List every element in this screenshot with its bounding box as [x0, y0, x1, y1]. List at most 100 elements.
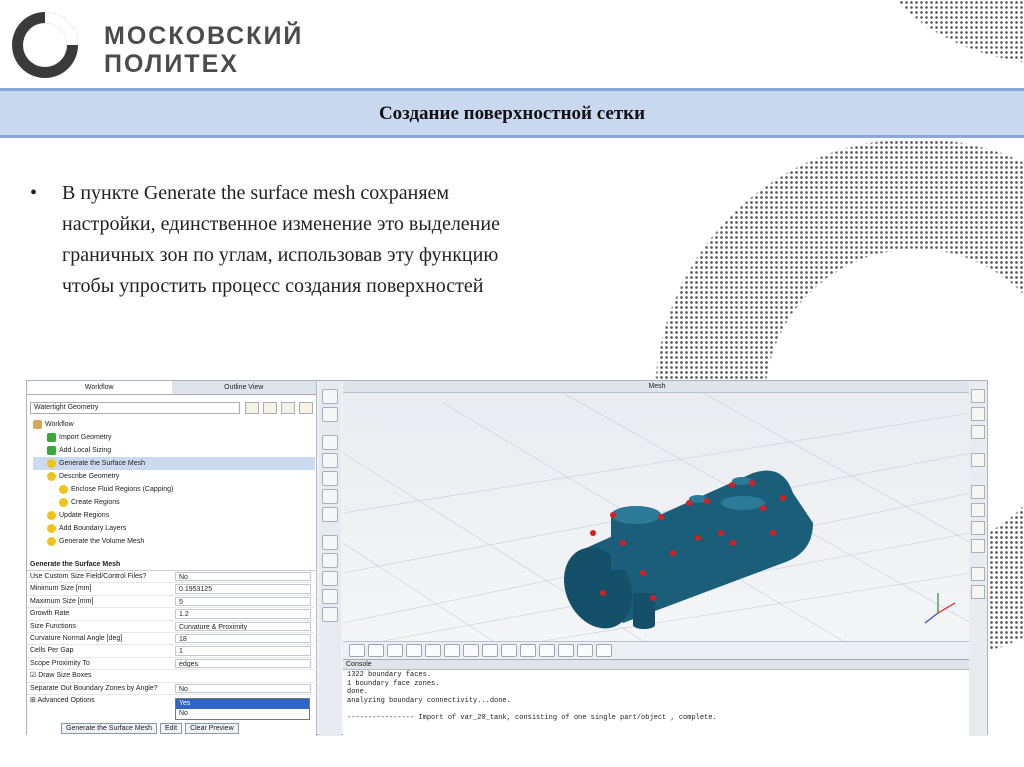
- warning-icon: [47, 458, 56, 468]
- org-line-1: МОСКОВСКИЙ: [104, 22, 304, 50]
- chart-icon[interactable]: [971, 485, 985, 499]
- size-functions-select[interactable]: Curvature & Proximity: [175, 621, 311, 631]
- console-title: Console: [343, 660, 971, 670]
- tree-item-add-local-sizing[interactable]: Add Local Sizing: [33, 444, 315, 457]
- scope-proximity-select[interactable]: edges: [175, 658, 311, 669]
- view-icon[interactable]: [322, 407, 338, 422]
- layout-icon[interactable]: [971, 521, 985, 535]
- warning-icon: [47, 510, 56, 520]
- option-no[interactable]: No: [176, 709, 309, 719]
- max-size-input[interactable]: 5: [175, 596, 311, 607]
- display-icon[interactable]: [558, 644, 574, 657]
- tank-model: [563, 470, 813, 629]
- lighting-icon[interactable]: [971, 425, 985, 439]
- tree-item-import-geometry[interactable]: Import Geometry: [33, 431, 315, 444]
- dropdown-options: Yes No: [175, 698, 310, 720]
- separate-zones-select[interactable]: No: [175, 683, 311, 693]
- tree-item-create-regions[interactable]: Create Regions: [33, 496, 315, 509]
- open-icon[interactable]: [245, 402, 259, 414]
- bullet-item: В пункте Generate the surface mesh сохра…: [30, 178, 510, 302]
- org-name: МОСКОВСКИЙ ПОЛИТЕХ: [104, 22, 303, 78]
- fit-icon[interactable]: [322, 389, 338, 404]
- option-yes[interactable]: Yes: [176, 699, 309, 709]
- left-panel: Workflow Outline View Watertight Geometr…: [27, 381, 317, 736]
- field-label: Curvature Normal Angle [deg]: [30, 634, 123, 642]
- merge-icon[interactable]: [539, 644, 555, 657]
- check-icon: [47, 445, 56, 455]
- axes-icon[interactable]: [322, 607, 338, 622]
- draw-size-boxes-checkbox[interactable]: ☑ Draw Size Boxes: [27, 670, 175, 681]
- pan-icon[interactable]: [322, 471, 338, 486]
- undo-icon[interactable]: [971, 453, 985, 467]
- custom-size-select[interactable]: No: [175, 572, 311, 582]
- save-icon[interactable]: [263, 402, 277, 414]
- print-icon[interactable]: [971, 585, 985, 599]
- point-icon[interactable]: [349, 644, 365, 657]
- zoom-out-icon[interactable]: [322, 571, 338, 586]
- tree-item-describe-geometry[interactable]: Describe Geometry: [33, 470, 315, 483]
- form-title: Generate the Surface Mesh: [27, 559, 317, 571]
- advanced-options-toggle[interactable]: ⊞ Advanced Options: [27, 695, 175, 707]
- generate-surface-mesh-button[interactable]: Generate the Surface Mesh: [61, 723, 157, 734]
- scene-icon[interactable]: [971, 539, 985, 553]
- cylinder-icon[interactable]: [971, 389, 985, 403]
- slide: МОСКОВСКИЙ ПОЛИТЕХ Создание поверхностно…: [0, 0, 1024, 767]
- field-label: Scope Proximity To: [30, 659, 90, 667]
- growth-rate-input[interactable]: 1.2: [175, 609, 311, 619]
- console-panel[interactable]: Console 1322 boundary faces. 1 boundary …: [343, 659, 971, 736]
- warning-icon: [47, 536, 56, 546]
- bullet-list: В пункте Generate the surface mesh сохра…: [30, 178, 510, 302]
- group-icon[interactable]: [482, 644, 498, 657]
- node-icon[interactable]: [368, 644, 384, 657]
- cells-per-gap-input[interactable]: 1: [175, 646, 311, 656]
- tree-item-add-boundary-layers[interactable]: Add Boundary Layers: [33, 522, 315, 535]
- tree-item-generate-surface-mesh[interactable]: Generate the Surface Mesh: [33, 457, 315, 470]
- edge-icon[interactable]: [387, 644, 403, 657]
- viewport-title: Mesh: [343, 381, 971, 393]
- min-size-input[interactable]: 0.1953125: [175, 584, 311, 594]
- cell-icon[interactable]: [444, 644, 460, 657]
- rotate-icon[interactable]: [322, 453, 338, 468]
- options-icon[interactable]: [299, 402, 313, 414]
- zoom-box-icon[interactable]: [322, 589, 338, 604]
- zoom-in-icon[interactable]: [322, 553, 338, 568]
- field-label: Separate Out Boundary Zones by Angle?: [30, 684, 158, 692]
- flag-icon[interactable]: [322, 535, 338, 550]
- mesh-icon[interactable]: [577, 644, 593, 657]
- ruler-icon[interactable]: [971, 503, 985, 517]
- move-icon[interactable]: [322, 489, 338, 504]
- curvature-angle-input[interactable]: 18: [175, 633, 311, 644]
- filter-icon[interactable]: [501, 644, 517, 657]
- zone-icon[interactable]: [425, 644, 441, 657]
- mesh-toolbar: [343, 641, 971, 659]
- tab-outline-view[interactable]: Outline View: [171, 381, 316, 394]
- right-toolbar: [969, 381, 987, 736]
- face-icon[interactable]: [406, 644, 422, 657]
- field-label: Minimum Size [mm]: [30, 585, 92, 593]
- form-buttons: Generate the Surface Mesh Edit Clear Pre…: [61, 723, 239, 734]
- clear-preview-button[interactable]: Clear Preview: [185, 723, 239, 734]
- slide-title: Создание поверхностной сетки: [378, 103, 646, 124]
- mesh-viewport[interactable]: Mesh: [342, 381, 972, 642]
- tree-item-workflow[interactable]: Workflow: [33, 418, 315, 431]
- app-screenshot: Workflow Outline View Watertight Geometr…: [26, 380, 988, 736]
- tree-item-enclose-fluid-regions[interactable]: Enclose Fluid Regions (Capping): [33, 483, 315, 496]
- refresh-icon[interactable]: [281, 402, 295, 414]
- field-label: Growth Rate: [30, 610, 70, 618]
- object-icon[interactable]: [463, 644, 479, 657]
- graph-icon[interactable]: [596, 644, 612, 657]
- material-icon[interactable]: [971, 407, 985, 421]
- select-icon[interactable]: [322, 435, 338, 450]
- split-icon[interactable]: [520, 644, 536, 657]
- field-label: Cells Per Gap: [30, 647, 74, 655]
- tab-workflow[interactable]: Workflow: [27, 381, 172, 394]
- edit-button[interactable]: Edit: [160, 723, 183, 734]
- mesh-view: [342, 392, 972, 642]
- workflow-tree: Workflow Import Geometry Add Local Sizin…: [33, 418, 315, 548]
- workflow-select[interactable]: Watertight Geometry: [30, 402, 240, 414]
- zoom-icon[interactable]: [322, 507, 338, 522]
- window-icon[interactable]: [971, 567, 985, 581]
- tree-item-update-regions[interactable]: Update Regions: [33, 509, 315, 522]
- axis-triad-icon: [924, 593, 956, 624]
- tree-item-generate-volume-mesh[interactable]: Generate the Volume Mesh: [33, 535, 315, 548]
